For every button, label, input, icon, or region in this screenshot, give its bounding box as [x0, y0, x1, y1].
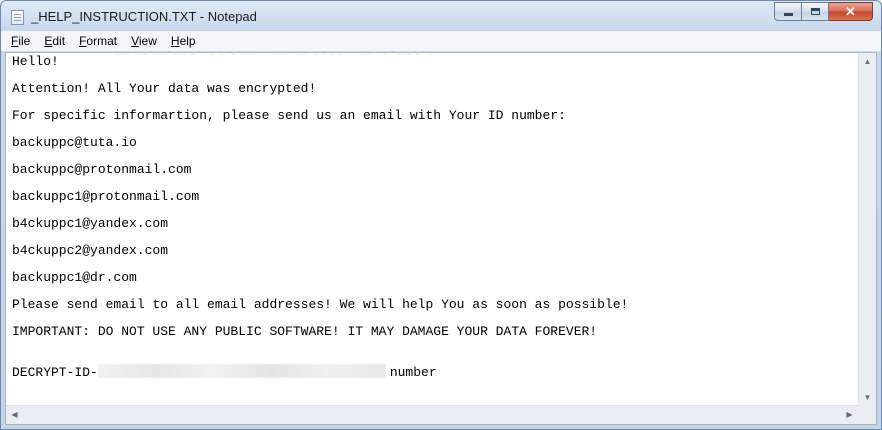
decrypt-id-prefix: DECRYPT-ID- [12, 365, 98, 380]
maximize-button[interactable] [802, 2, 829, 21]
menu-file[interactable]: File [1, 31, 37, 51]
horizontal-scrollbar[interactable]: ◀ ▶ [6, 405, 858, 424]
menu-edit[interactable]: Edit [37, 31, 72, 51]
notepad-window: _HELP_INSTRUCTION.TXT - Notepad ✕ File E… [0, 0, 882, 430]
text-line: Hello! [12, 54, 59, 69]
text-line: b4ckuppc1@yandex.com [12, 216, 169, 231]
minimize-button[interactable] [774, 2, 802, 21]
text-line: backuppc@tuta.io [12, 135, 137, 150]
close-button[interactable]: ✕ [829, 2, 873, 21]
menu-help[interactable]: Help [164, 31, 203, 51]
menu-format[interactable]: Format [72, 31, 124, 51]
text-line: backuppc1@dr.com [12, 270, 137, 285]
window-title: _HELP_INSTRUCTION.TXT - Notepad [31, 9, 257, 24]
text-line: IMPORTANT: DO NOT USE ANY PUBLIC SOFTWAR… [12, 324, 598, 339]
scroll-down-icon[interactable]: ▼ [859, 389, 876, 406]
redacted-id [97, 364, 386, 378]
vertical-scrollbar[interactable]: ▲ ▼ [858, 53, 876, 406]
scrollbar-corner [858, 406, 876, 424]
menu-bar: File Edit Format View Help [1, 31, 881, 52]
text-line: backuppc1@protonmail.com [12, 189, 200, 204]
title-bar[interactable]: _HELP_INSTRUCTION.TXT - Notepad ✕ [1, 1, 881, 33]
text-line: b4ckuppc2@yandex.com [12, 243, 169, 258]
scroll-left-icon[interactable]: ◀ [6, 406, 23, 423]
maximize-icon [810, 8, 820, 15]
notepad-icon[interactable] [11, 10, 24, 25]
close-icon: ✕ [845, 4, 856, 19]
text-line: Please send email to all email addresses… [12, 297, 629, 312]
menu-view[interactable]: View [124, 31, 164, 51]
caption-buttons: ✕ [774, 2, 873, 22]
minimize-icon [783, 13, 793, 16]
text-line: Attention! All Your data was encrypted! [12, 81, 317, 96]
text-line: For specific informartion, please send u… [12, 108, 566, 123]
decrypt-id-line: DECRYPT-ID-number [12, 363, 854, 390]
decrypt-id-suffix: number [389, 365, 437, 380]
document-text[interactable]: BLEEPING COMPUTER Hello! Attention! All … [12, 53, 854, 405]
scroll-up-icon[interactable]: ▲ [859, 53, 876, 70]
text-editor[interactable]: BLEEPING COMPUTER Hello! Attention! All … [5, 52, 877, 425]
text-line: backuppc@protonmail.com [12, 162, 192, 177]
scroll-right-icon[interactable]: ▶ [841, 406, 858, 423]
